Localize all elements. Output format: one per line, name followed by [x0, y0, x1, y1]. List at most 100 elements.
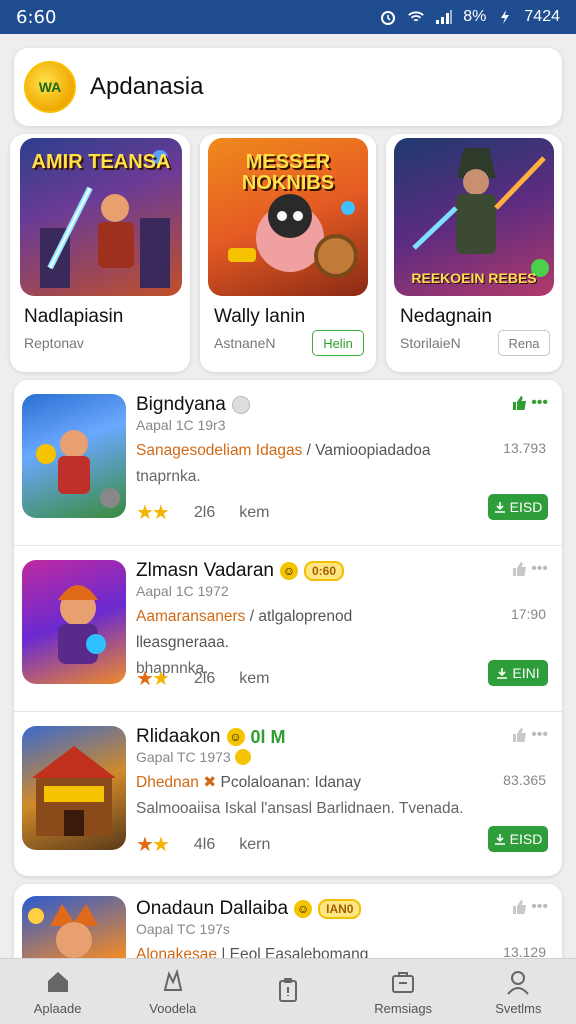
games-icon — [158, 967, 188, 997]
star-icon: ★ — [151, 834, 170, 856]
featured-name: Nedagnain — [400, 306, 492, 327]
install-button[interactable]: EISD — [488, 494, 548, 520]
row-actions: ••• — [511, 898, 548, 916]
featured-art-title: REEKOEIN REBES — [411, 270, 537, 286]
app-description-text: Pcolaloanan: Idanay — [220, 774, 361, 791]
more-options-icon[interactable]: ••• — [531, 898, 548, 916]
list-item[interactable]: Zlmasn Vadaran ☺ 0:60 Aapal 1C 1972 Aama… — [14, 545, 562, 711]
star-icon: ★ — [151, 668, 170, 690]
verified-icon — [231, 396, 250, 414]
row-actions: ••• — [511, 726, 548, 744]
app-badge: 0:60 — [304, 561, 345, 581]
install-button[interactable]: EISD — [488, 826, 548, 852]
app-title-line: Onadaun Dallaiba ☺ IAN0 — [136, 898, 362, 920]
nav-label: Svetlms — [495, 1001, 542, 1016]
status-bar: 6:60 8% 7424 — [0, 0, 576, 34]
app-size: 83.365 — [503, 772, 546, 788]
install-icon — [497, 668, 508, 679]
app-header: WA Apdanasia — [14, 48, 562, 126]
featured-action-button[interactable]: Helin — [312, 330, 364, 356]
status-time: 6:60 — [16, 6, 57, 28]
featured-carousel: AMIR TEANSA Nadlapiasin Reptonav MESSER … — [10, 134, 570, 374]
rating: ★ ★ 4l6 kern — [136, 832, 270, 857]
bottom-navigation: Aplaade Voodela Remsiags Svetlms — [0, 958, 576, 1024]
thumbs-up-icon[interactable] — [511, 395, 527, 411]
app-description-text: / Vamioopiadadoa — [302, 442, 431, 459]
app-description-highlight: Sanagesodeliam Idagas — [136, 442, 303, 459]
featured-art: REEKOEIN REBES — [394, 138, 554, 296]
clipboard-icon — [273, 975, 303, 1005]
rating: ★★ 2l6 kem — [136, 666, 269, 691]
install-label: EISD — [509, 831, 543, 847]
app-title: Bigndyana — [136, 394, 226, 415]
profile-icon — [503, 967, 533, 997]
signal-icon — [435, 9, 453, 25]
more-options-icon[interactable]: ••• — [531, 726, 548, 744]
more-options-icon[interactable]: ••• — [531, 560, 548, 578]
install-icon — [494, 834, 505, 845]
install-button[interactable]: EINI — [488, 660, 548, 686]
app-title: Rlidaakon — [136, 726, 221, 747]
thumbs-up-icon[interactable] — [511, 727, 527, 743]
app-icon-image — [22, 560, 126, 684]
thumbs-up-icon[interactable] — [511, 899, 527, 915]
rating-unit: kern — [239, 835, 271, 853]
app-extra-tag: 0l M — [250, 726, 286, 747]
emoji-icon — [234, 749, 251, 765]
featured-subtitle: StorilaieN — [400, 335, 461, 351]
row-actions: ••• — [511, 560, 548, 578]
emoji-icon: ☺ — [294, 900, 313, 918]
star-icon: ★★ — [136, 502, 170, 524]
more-options-icon[interactable]: ••• — [531, 394, 548, 412]
nav-item-profile[interactable]: Svetlms — [463, 967, 573, 1016]
thumbs-up-icon[interactable] — [511, 561, 527, 577]
star-icon: ★ — [136, 834, 154, 856]
nav-item-clipboard[interactable] — [233, 975, 343, 1009]
logo-text: WA — [38, 79, 62, 95]
nav-label: Voodela — [149, 1001, 197, 1016]
featured-name: Nadlapiasin — [24, 306, 124, 327]
app-description: Sanagesodeliam Idagas / Vamioopiadadoa t… — [136, 438, 436, 490]
rating-count: 4l6 — [193, 835, 216, 853]
app-size: 13.793 — [503, 440, 546, 456]
install-label: EISD — [509, 499, 543, 515]
app-subtitle: Aapal 1C 19r3 — [136, 417, 226, 433]
app-title: Onadaun Dallaiba — [136, 898, 289, 919]
featured-action-button[interactable]: Rena — [498, 330, 550, 356]
list-item[interactable]: Rlidaakon ☺ 0l M Gapal TC 1973 Dhednan ✖… — [14, 711, 562, 876]
featured-card[interactable]: MESSER NOKNIBS Wally lanin AstnaneN Heli… — [200, 134, 376, 372]
app-title-line: Rlidaakon ☺ 0l M — [136, 726, 286, 748]
featured-card[interactable]: REEKOEIN REBES Nedagnain StorilaieN Rena — [386, 134, 562, 372]
rating-count: 2l6 — [193, 669, 216, 687]
app-description-highlight: Dhednan — [136, 774, 199, 791]
app-badge: IAN0 — [318, 899, 362, 919]
featured-art: MESSER NOKNIBS — [208, 138, 368, 296]
nav-item-inbox[interactable]: Remsiags — [348, 967, 458, 1016]
rating: ★★ 2l6 kem — [136, 500, 269, 525]
app-icon-image — [22, 726, 126, 850]
app-icon-image — [22, 394, 126, 518]
featured-subtitle: AstnaneN — [214, 335, 276, 351]
status-icons: 8% 7424 — [379, 8, 560, 26]
app-subtitle: Oapal TC 197s — [136, 921, 230, 937]
nav-item-home[interactable]: Aplaade — [3, 967, 113, 1016]
app-title-line: Zlmasn Vadaran ☺ 0:60 — [136, 560, 345, 582]
nav-item-games[interactable]: Voodela — [118, 967, 228, 1016]
star-icon: ★ — [136, 668, 154, 690]
app-description-highlight: Aamaransaners — [136, 608, 246, 625]
install-icon — [494, 502, 505, 513]
app-logo[interactable]: WA — [24, 61, 76, 113]
row-actions: ••• — [511, 394, 548, 412]
featured-art-title: MESSER NOKNIBS — [241, 151, 335, 194]
app-subtitle-text: Gapal TC 1973 — [136, 749, 231, 765]
nav-label: Aplaade — [33, 1001, 82, 1016]
wifi-icon — [407, 9, 425, 25]
install-label: EINI — [512, 665, 540, 681]
list-item[interactable]: Bigndyana Aapal 1C 19r3 Sanagesodeliam I… — [14, 380, 562, 546]
featured-subtitle: Reptonav — [24, 335, 84, 351]
featured-card[interactable]: AMIR TEANSA Nadlapiasin Reptonav — [10, 134, 190, 372]
alarm-icon — [379, 9, 397, 25]
app-list: Bigndyana Aapal 1C 19r3 Sanagesodeliam I… — [14, 380, 562, 876]
app-title: Zlmasn Vadaran — [136, 560, 274, 581]
featured-art-title: AMIR TEANSA — [31, 151, 171, 173]
